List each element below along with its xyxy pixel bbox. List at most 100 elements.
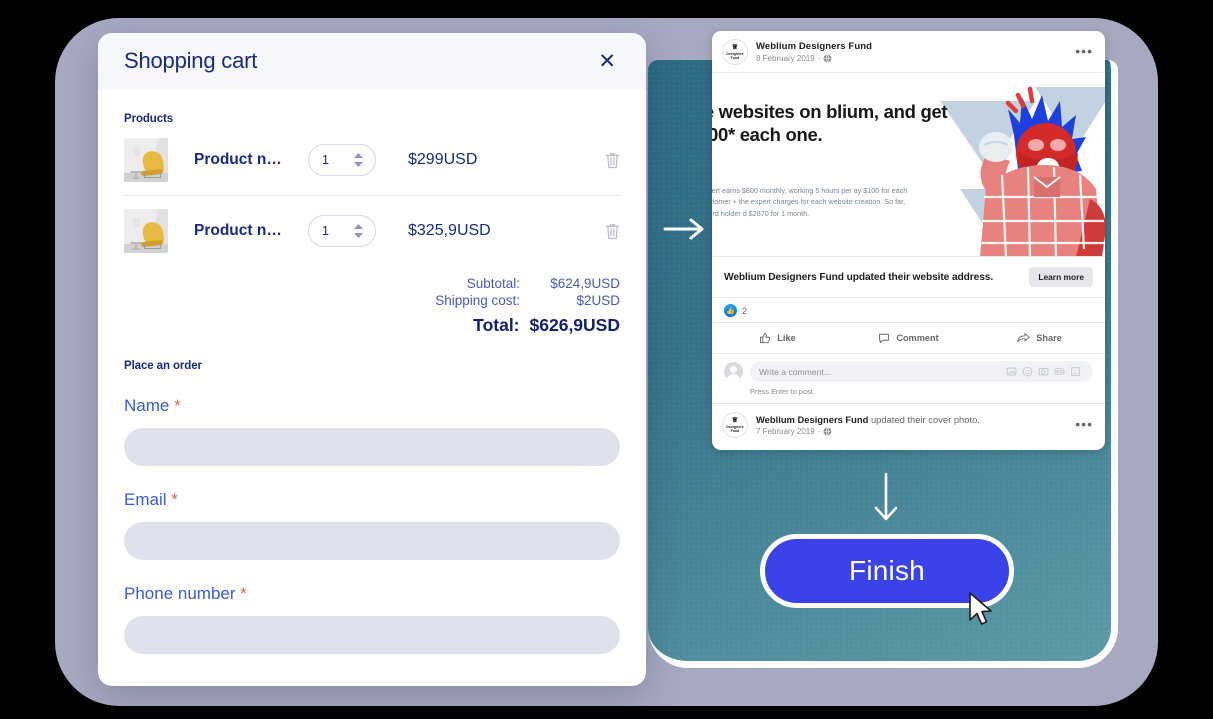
post-menu-ellipsis-icon[interactable]: •••	[1073, 43, 1095, 59]
phone-field-label: Phone number *	[124, 584, 620, 604]
like-label: Like	[777, 333, 796, 343]
post-date: 8 February 2019	[756, 54, 815, 63]
second-post-meta: 7 February 2019 ·	[756, 427, 1073, 436]
comment-placeholder: Write a comment...	[759, 366, 831, 377]
comment-button[interactable]: Comment	[843, 327, 974, 349]
subtotal-label: Subtotal:	[466, 276, 520, 291]
crown-icon: ♕	[731, 44, 739, 51]
order-totals: Subtotal: $624,9USD Shipping cost: $2USD…	[124, 266, 620, 336]
comment-composer: Write a comment...	[712, 353, 1105, 384]
cheering-person-illustration	[979, 86, 1105, 256]
stepper-arrows[interactable]	[353, 152, 364, 168]
product-price: $299USD	[408, 151, 478, 168]
globe-icon	[823, 54, 832, 63]
product-name[interactable]: Product n…	[194, 151, 290, 169]
post-meta: 8 February 2019 ·	[756, 54, 1073, 63]
avatar-sticker-icon[interactable]	[1070, 366, 1081, 377]
place-an-order-label: Place an order	[124, 360, 202, 372]
banner-headline: ate websites on blium, and get $100* eac…	[712, 101, 948, 146]
product-price: $325,9USD	[408, 222, 491, 239]
post-page-name[interactable]: Weblium Designers Fund	[756, 41, 1073, 52]
avatar-label: Designers Fund	[726, 52, 744, 60]
update-text: Weblium Designers Fund updated their web…	[724, 271, 994, 283]
camera-icon[interactable]	[1038, 366, 1049, 377]
subtotal-value: $624,9USD	[550, 276, 620, 291]
like-button[interactable]: Like	[712, 327, 843, 349]
sticker-icon[interactable]	[1054, 366, 1065, 377]
email-field-label: Email *	[124, 490, 620, 510]
post-update-row: Weblium Designers Fund updated their web…	[712, 256, 1105, 297]
total-row: Total: $626,9USD	[124, 315, 620, 336]
comment-input[interactable]: Write a comment...	[750, 361, 1093, 382]
email-field[interactable]	[124, 522, 620, 560]
avatar-label-2: Designers Fund	[726, 425, 744, 433]
second-post-header: ♕ Designers Fund Weblium Designers Fund …	[712, 403, 1105, 446]
name-field[interactable]	[124, 428, 620, 466]
email-label-text: Email	[124, 490, 167, 509]
post-actions-row: Like Comment Share	[712, 322, 1105, 353]
facebook-post-card: ♕ Designers Fund Weblium Designers Fund …	[712, 31, 1105, 450]
emoji-icon[interactable]	[1022, 366, 1033, 377]
subtotal-row: Subtotal: $624,9USD	[124, 276, 620, 291]
reactions-row: 👍 2	[712, 297, 1105, 322]
banner-subtext: age expert earns $800 monthly, working 5…	[712, 186, 908, 218]
second-post-menu-ellipsis-icon[interactable]: •••	[1073, 416, 1095, 432]
gif-icon[interactable]	[1006, 366, 1017, 377]
mouse-cursor-icon	[969, 592, 992, 625]
total-label: Total:	[473, 315, 520, 335]
crown-icon-2: ♕	[731, 417, 739, 424]
share-arrow-icon	[1017, 333, 1030, 343]
cart-row: Product n… 1 $325,9USD	[124, 195, 620, 266]
page-avatar-2[interactable]: ♕ Designers Fund	[722, 412, 748, 438]
share-label: Share	[1036, 333, 1062, 343]
chevron-down-icon[interactable]	[353, 232, 364, 239]
cart-row: Product n… 1 $299USD	[124, 125, 620, 195]
quantity-value: 1	[322, 153, 329, 167]
shipping-label: Shipping cost:	[435, 293, 520, 308]
globe-icon-2	[823, 427, 832, 436]
chevron-up-icon[interactable]	[353, 152, 364, 159]
required-marker: *	[174, 396, 181, 415]
second-post-page-name[interactable]: Weblium Designers Fund	[756, 414, 868, 425]
product-name[interactable]: Product n…	[194, 222, 290, 240]
finish-label: Finish	[849, 555, 925, 586]
products-label: Products	[124, 113, 174, 125]
name-field-label: Name *	[124, 396, 620, 416]
quantity-stepper[interactable]: 1	[308, 215, 376, 247]
comment-label: Comment	[896, 333, 939, 343]
required-marker: *	[240, 584, 247, 603]
trash-icon[interactable]	[605, 152, 620, 169]
phone-label-text: Phone number	[124, 584, 236, 603]
learn-more-button[interactable]: Learn more	[1029, 267, 1093, 287]
close-icon[interactable]: ✕	[594, 47, 620, 76]
page-avatar[interactable]: ♕ Designers Fund	[722, 39, 748, 65]
second-post-date: 7 February 2019	[756, 427, 815, 436]
quantity-value: 1	[322, 224, 329, 238]
comment-bubble-icon	[879, 333, 890, 343]
reaction-count[interactable]: 2	[742, 306, 747, 316]
quantity-stepper[interactable]: 1	[308, 144, 376, 176]
shipping-value: $2USD	[576, 293, 620, 308]
shopping-cart-modal: Shopping cart ✕ Products Product n… 1 $2…	[98, 33, 646, 686]
phone-field[interactable]	[124, 616, 620, 654]
stepper-arrows[interactable]	[353, 223, 364, 239]
post-banner-image: ate websites on blium, and get $100* eac…	[712, 72, 1105, 256]
post-header: ♕ Designers Fund Weblium Designers Fund …	[712, 31, 1105, 72]
share-button[interactable]: Share	[974, 327, 1105, 349]
chevron-up-icon[interactable]	[353, 223, 364, 230]
product-thumbnail[interactable]	[124, 138, 168, 182]
user-avatar	[724, 362, 743, 382]
arrow-right-icon	[663, 218, 704, 240]
second-post-action: updated their cover photo.	[870, 414, 980, 425]
shipping-row: Shipping cost: $2USD	[124, 293, 620, 308]
comment-hint: Press Enter to post.	[750, 387, 815, 396]
page-title: Shopping cart	[124, 48, 258, 73]
required-marker: *	[171, 490, 178, 509]
thumbs-up-outline-icon	[760, 333, 771, 344]
cart-header: Shopping cart ✕	[98, 33, 646, 89]
product-thumbnail[interactable]	[124, 209, 168, 253]
arrow-down-icon	[874, 472, 898, 521]
chevron-down-icon[interactable]	[353, 161, 364, 168]
total-value: $626,9USD	[529, 315, 620, 335]
trash-icon[interactable]	[605, 223, 620, 240]
